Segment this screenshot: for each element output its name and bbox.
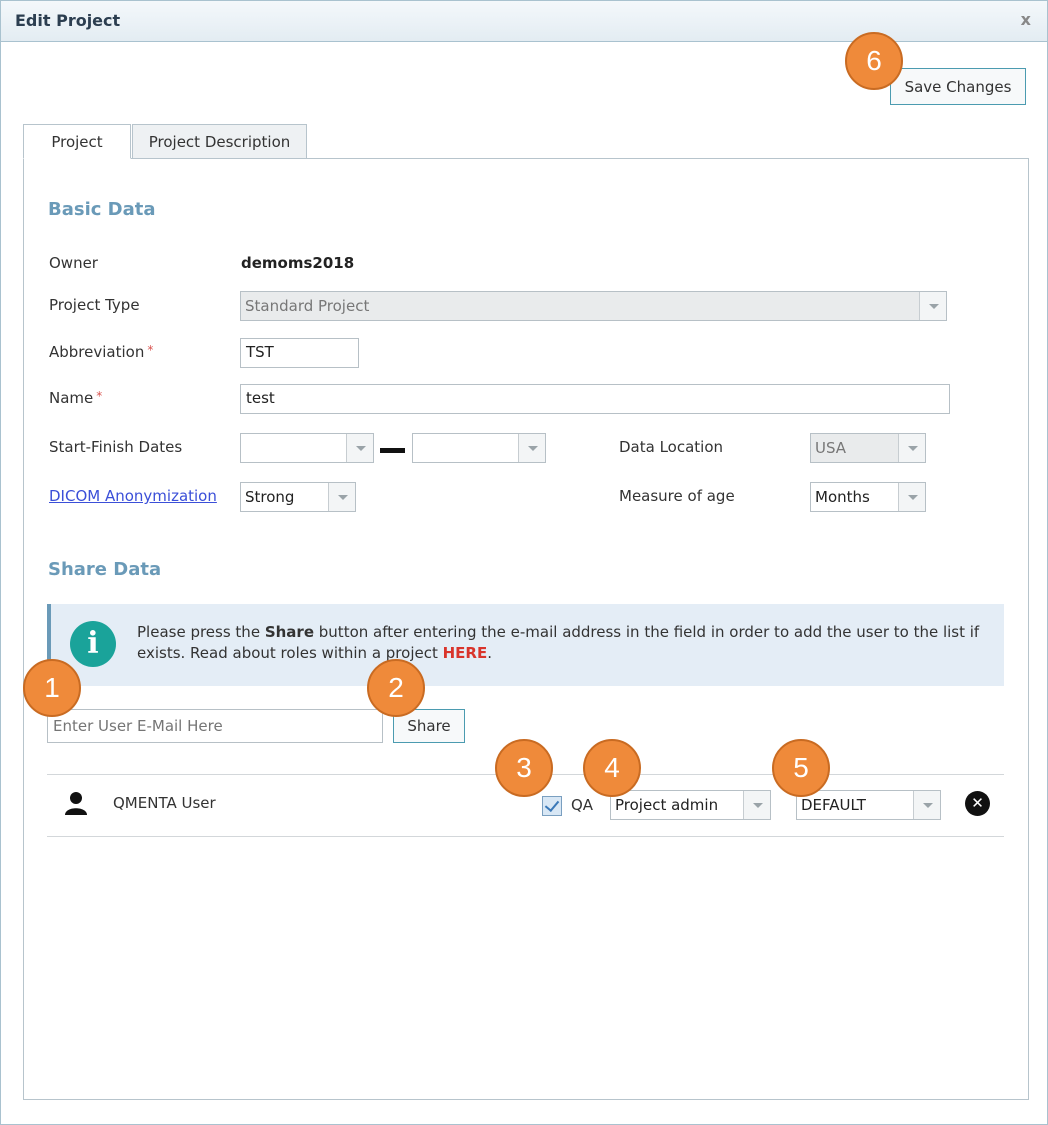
info-text-share-emphasis: Share [264,623,315,641]
roles-here-link[interactable]: HERE [443,644,488,662]
info-text-end: . [487,644,493,662]
chevron-down-icon[interactable] [743,791,770,819]
share-info-box: i Please press the Share button after en… [47,604,1004,686]
required-marker: * [147,343,154,357]
qa-checkbox[interactable] [542,796,562,816]
date-range-separator [380,448,405,453]
name-label: Name * [49,389,102,407]
info-icon: i [70,621,116,667]
finish-date-select[interactable] [412,433,546,463]
chevron-down-icon[interactable] [898,434,925,462]
remove-user-icon[interactable]: ✕ [965,791,990,816]
edit-project-dialog: Edit Project x Save Changes Project Proj… [0,0,1048,1125]
project-type-label: Project Type [49,296,140,314]
chevron-down-icon[interactable] [518,434,545,462]
dialog-titlebar: Edit Project x [1,1,1047,42]
dicom-anonymization-select[interactable]: Strong [240,482,356,512]
data-location-select[interactable]: USA [810,433,926,463]
abbreviation-input[interactable]: TST [240,338,359,368]
dicom-anonymization-value: Strong [245,488,295,506]
abbreviation-label: Abbreviation * [49,343,153,361]
dialog-title: Edit Project [15,11,121,30]
chevron-down-icon[interactable] [328,483,355,511]
tab-project[interactable]: Project [23,124,131,159]
share-data-heading: Share Data [48,559,162,580]
callout-4: 4 [583,739,641,797]
chevron-down-icon[interactable] [919,292,946,320]
project-type-select[interactable]: Standard Project [240,291,947,321]
measure-of-age-select[interactable]: Months [810,482,926,512]
abbreviation-label-text: Abbreviation [49,343,145,361]
callout-2: 2 [367,659,425,717]
share-info-text: Please press the Share button after ente… [137,622,997,664]
data-location-value: USA [815,439,847,457]
project-type-value: Standard Project [245,297,370,315]
chevron-down-icon[interactable] [898,483,925,511]
qa-label: QA [571,796,594,814]
chevron-down-icon[interactable] [346,434,373,462]
measure-of-age-value: Months [815,488,870,506]
close-icon[interactable]: x [1021,10,1031,29]
required-marker: * [96,389,103,403]
measure-of-age-label: Measure of age [619,487,735,505]
chevron-down-icon[interactable] [913,791,940,819]
shared-user-name: QMENTA User [113,794,216,812]
user-list-bottom-divider [47,836,1004,837]
tab-project-description[interactable]: Project Description [132,124,307,159]
info-text-start: Please press the [137,623,265,641]
user-role-select[interactable]: Project admin [610,790,771,820]
callout-5: 5 [772,739,830,797]
start-date-select[interactable] [240,433,374,463]
user-group-value: DEFAULT [801,796,866,814]
name-input[interactable]: test [240,384,950,414]
data-location-label: Data Location [619,438,724,456]
save-changes-button[interactable]: Save Changes [890,68,1026,105]
start-finish-dates-label: Start-Finish Dates [49,438,183,456]
name-label-text: Name [49,389,94,407]
owner-value: demoms2018 [241,254,355,272]
callout-1: 1 [23,659,81,717]
user-icon [65,792,87,815]
user-role-value: Project admin [615,796,719,814]
callout-6: 6 [845,32,903,90]
callout-3: 3 [495,739,553,797]
basic-data-heading: Basic Data [48,199,156,220]
user-group-select[interactable]: DEFAULT [796,790,941,820]
dicom-anonymization-link[interactable]: DICOM Anonymization [49,487,217,505]
owner-label: Owner [49,254,98,272]
user-email-input[interactable] [47,709,383,743]
